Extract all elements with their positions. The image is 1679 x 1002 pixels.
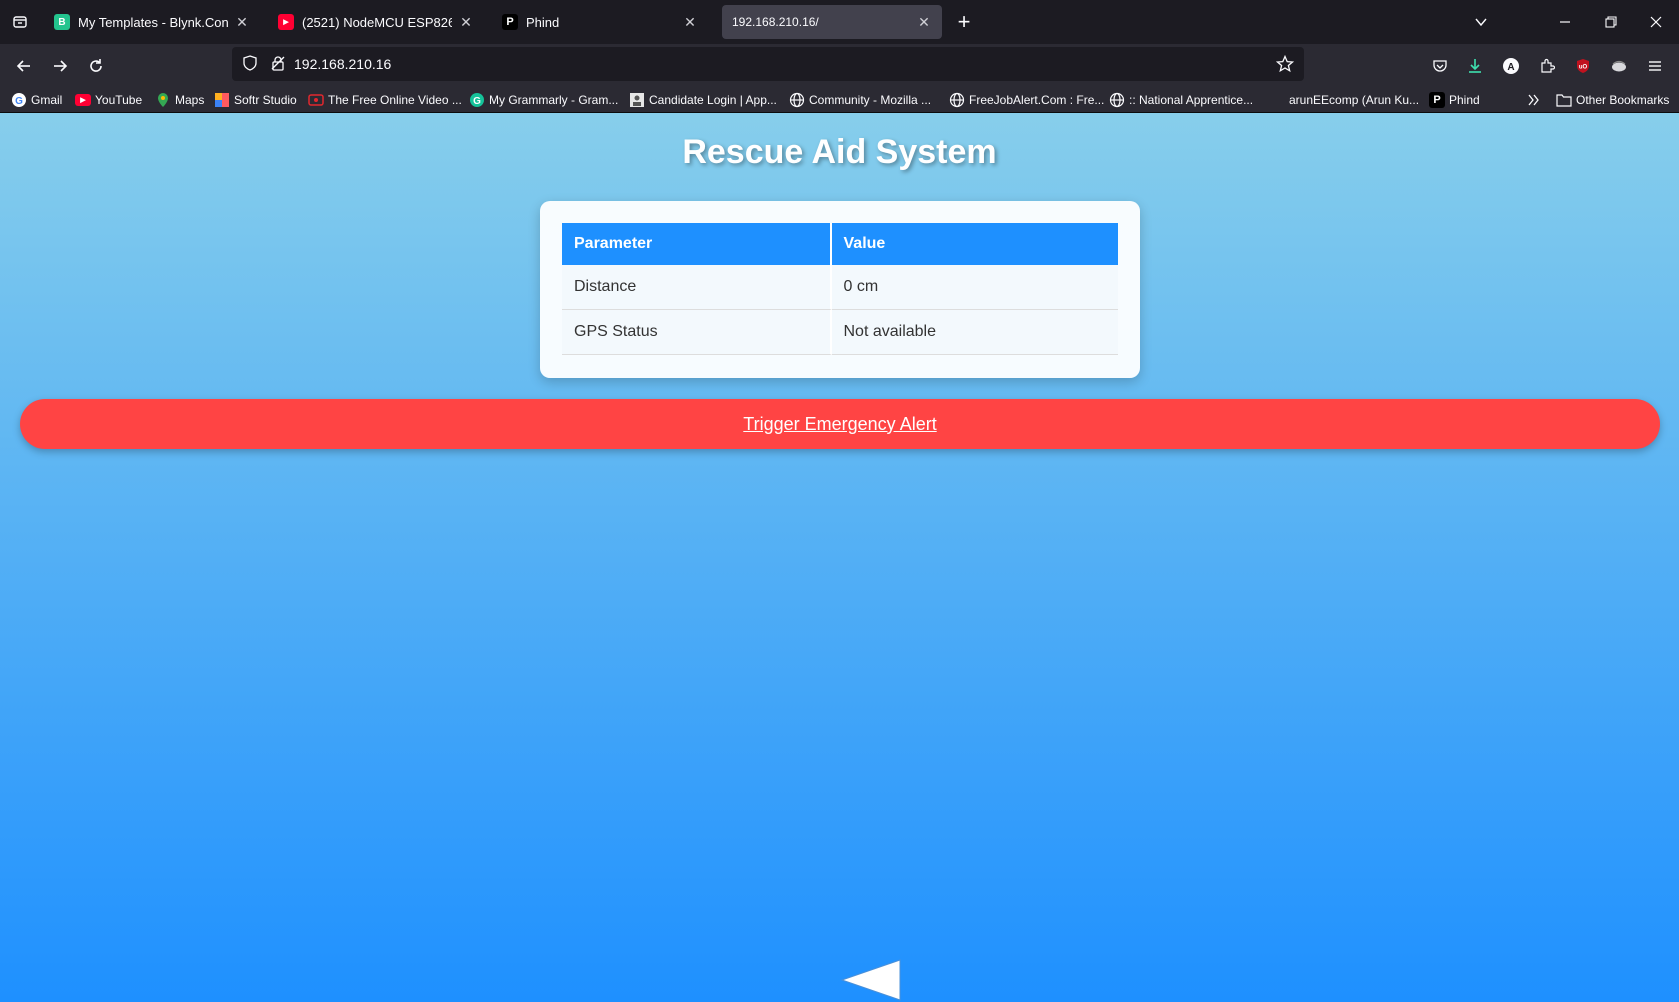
table-header-row: Parameter Value	[562, 223, 1118, 265]
bookmark-label: Gmail	[31, 93, 63, 107]
bookmark-star-icon[interactable]	[1275, 54, 1295, 78]
tab-phind[interactable]: P Phind ✕	[492, 5, 708, 39]
other-bookmarks-label: Other Bookmarks	[1576, 93, 1670, 107]
page-title: Rescue Aid System	[682, 133, 997, 171]
folder-icon	[1556, 92, 1572, 108]
more-bookmarks-chevron-icon[interactable]	[1527, 90, 1541, 110]
bookmark-label: Maps	[175, 93, 205, 107]
bookmark-youtube[interactable]: ▶ YouTube	[75, 90, 142, 110]
data-card: Parameter Value Distance 0 cm GPS Status…	[540, 201, 1140, 378]
svg-text:uO: uO	[1579, 65, 1588, 71]
svg-text:G: G	[15, 96, 23, 107]
trigger-emergency-alert-button[interactable]: Trigger Emergency Alert	[20, 399, 1660, 449]
shield-icon[interactable]	[242, 55, 258, 76]
bookmark-gmail[interactable]: G Gmail	[11, 90, 62, 110]
maps-icon	[155, 92, 171, 108]
alert-button-label[interactable]: Trigger Emergency Alert	[743, 414, 936, 435]
close-icon[interactable]: ✕	[234, 14, 250, 30]
mouse-pointer-icon	[840, 959, 901, 1001]
minimize-icon[interactable]	[1542, 0, 1588, 44]
bookmark-freejobalert[interactable]: FreeJobAlert.Com : Fre...	[949, 90, 1104, 110]
download-icon[interactable]	[1461, 52, 1489, 80]
bookmark-label: Phind	[1449, 93, 1480, 107]
bookmark-label: :: National Apprentice...	[1129, 93, 1254, 107]
bookmarks-toolbar: G Gmail ▶ YouTube Maps Softr Studio The …	[0, 86, 1679, 113]
google-icon: G	[11, 92, 27, 108]
youtube-icon: ▶	[75, 94, 91, 106]
account-avatar-icon[interactable]: A	[1497, 52, 1525, 80]
close-window-icon[interactable]	[1633, 0, 1679, 44]
phind-icon: P	[502, 14, 518, 30]
page-content: Rescue Aid System Parameter Value Distan…	[0, 113, 1679, 1002]
bookmark-softr[interactable]: Softr Studio	[214, 90, 297, 110]
bookmark-label: Community - Mozilla ...	[809, 93, 932, 107]
phind-icon: P	[1429, 92, 1445, 108]
blynk-icon: B	[54, 14, 70, 30]
bookmark-candidate-login[interactable]: Candidate Login | App...	[629, 90, 777, 110]
sensor-table: Parameter Value Distance 0 cm GPS Status…	[562, 223, 1118, 355]
back-arrow-icon[interactable]	[10, 52, 38, 80]
bookmark-aruneecomp[interactable]: arunEEcomp (Arun Ku...	[1289, 90, 1419, 110]
address-bar[interactable]: 192.168.210.16	[232, 47, 1304, 81]
bookmark-label: The Free Online Video ...	[328, 93, 462, 107]
parameter-cell: Distance	[562, 265, 832, 310]
bookmark-grammarly[interactable]: G My Grammarly - Gram...	[469, 90, 618, 110]
globe-icon	[1109, 92, 1125, 108]
chevron-down-icon[interactable]	[1458, 0, 1504, 44]
bookmark-label: Candidate Login | App...	[649, 93, 777, 107]
forward-arrow-icon[interactable]	[46, 52, 74, 80]
svg-text:G: G	[473, 96, 481, 107]
list-all-tabs-icon[interactable]	[8, 10, 32, 34]
reload-icon[interactable]	[82, 52, 110, 80]
bookmark-national-apprentice[interactable]: :: National Apprentice...	[1109, 90, 1253, 110]
bookmark-label: Softr Studio	[234, 93, 297, 107]
bookmark-phind[interactable]: P Phind	[1429, 90, 1480, 110]
navigation-toolbar: 192.168.210.16 A uO	[0, 44, 1679, 86]
tab-title: Phind	[526, 14, 560, 30]
value-cell: 0 cm	[831, 265, 1118, 310]
bookmark-free-online-video[interactable]: The Free Online Video ...	[308, 90, 462, 110]
tab-strip: B My Templates - Blynk.Console ✕ ▶ (2521…	[0, 0, 1679, 44]
youtube-icon: ▶	[278, 14, 294, 30]
tab-blynk[interactable]: B My Templates - Blynk.Console ✕	[44, 5, 260, 39]
pocket-icon[interactable]	[1426, 52, 1454, 80]
bookmark-community-mozilla[interactable]: Community - Mozilla ...	[789, 90, 931, 110]
tab-title: (2521) NodeMCU ESP8266 Mon	[302, 14, 452, 30]
globe-icon	[789, 92, 805, 108]
bookmark-label: arunEEcomp (Arun Ku...	[1289, 93, 1420, 107]
extensions-icon[interactable]	[1533, 52, 1561, 80]
candidate-icon	[629, 92, 645, 108]
tab-youtube[interactable]: ▶ (2521) NodeMCU ESP8266 Mon ✕	[268, 5, 484, 39]
bookmark-label: FreeJobAlert.Com : Fre...	[969, 93, 1105, 107]
close-icon[interactable]: ✕	[916, 14, 932, 30]
parameter-cell: GPS Status	[562, 310, 832, 355]
value-cell: Not available	[831, 310, 1118, 355]
menu-icon[interactable]	[1641, 52, 1669, 80]
bookmark-label: My Grammarly - Gram...	[489, 93, 619, 107]
close-icon[interactable]: ✕	[682, 14, 698, 30]
close-icon[interactable]: ✕	[458, 14, 474, 30]
url-text[interactable]: 192.168.210.16	[294, 56, 391, 72]
video-icon	[308, 92, 324, 108]
bookmark-label: YouTube	[95, 93, 143, 107]
svg-text:A: A	[1507, 62, 1514, 73]
ublock-icon[interactable]: uO	[1569, 52, 1597, 80]
grammarly-icon: G	[469, 92, 485, 108]
extension-cloud-icon[interactable]	[1605, 52, 1633, 80]
bookmark-maps[interactable]: Maps	[155, 90, 204, 110]
new-tab-icon[interactable]: +	[952, 9, 976, 34]
lock-insecure-icon[interactable]	[270, 55, 286, 76]
restore-icon[interactable]	[1588, 0, 1634, 44]
table-row: Distance 0 cm	[562, 265, 1118, 310]
column-header-parameter: Parameter	[562, 223, 832, 265]
softr-icon	[214, 92, 230, 108]
tab-title: 192.168.210.16/	[732, 15, 819, 29]
table-row: GPS Status Not available	[562, 310, 1118, 355]
tab-title: My Templates - Blynk.Console	[78, 14, 228, 30]
tab-active-local[interactable]: 192.168.210.16/ ✕	[722, 5, 942, 39]
column-header-value: Value	[831, 223, 1118, 265]
globe-icon	[949, 92, 965, 108]
other-bookmarks[interactable]: Other Bookmarks	[1556, 90, 1669, 110]
